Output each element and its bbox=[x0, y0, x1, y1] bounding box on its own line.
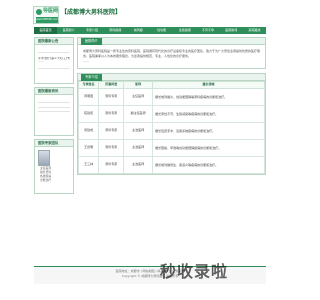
logo-url: www.HBYS8.com bbox=[36, 17, 58, 23]
doctor-name[interactable]: 周明国 bbox=[77, 88, 100, 106]
sidebar-doctors-box: 医院专家团队 主任医师 擅长男科 各类疾病 诊断治疗 bbox=[34, 139, 74, 194]
logo-mark-icon bbox=[36, 9, 42, 15]
logo-name: 导医网 bbox=[43, 8, 59, 14]
doctor-desc: 擅长包皮手术、泌尿系统疾病的诊断和治疗。 bbox=[152, 122, 265, 140]
nav-item-reproductive[interactable]: 生殖健康 bbox=[173, 27, 196, 34]
doctor-desc: 擅长前列腺增生、尿道炎等疾病的诊断和治疗。 bbox=[152, 156, 265, 174]
nav-item-about[interactable]: 医院简介 bbox=[57, 27, 80, 34]
doctor-title: 主治医师 bbox=[123, 122, 154, 140]
main-content: 医院简介 成都博大男科医院是一所专业性的男科医院，医院拥有现代化的诊疗设备和专业… bbox=[77, 37, 266, 179]
notice-more: ...... bbox=[38, 60, 44, 64]
nav-item-experts[interactable]: 专家介绍 bbox=[80, 27, 103, 34]
nav-item-route[interactable]: 来院路线 bbox=[243, 27, 266, 34]
col-header-title: 职称 bbox=[123, 81, 154, 89]
table-row: 张建成 男科专家 主治医师 擅长包皮手术、泌尿系统疾病的诊断和治疗。 bbox=[77, 122, 265, 140]
site-logo[interactable]: 导医网 www.HBYS8.com bbox=[33, 6, 59, 24]
doctor-title: 主任医师 bbox=[123, 88, 154, 106]
nav-item-infertility[interactable]: 不育不孕 bbox=[196, 27, 219, 34]
doctor-desc: 擅长男性不育、生殖感染等疾病的诊断和治疗。 bbox=[152, 105, 265, 123]
nav-item-news[interactable]: 医院新闻 bbox=[220, 27, 243, 34]
col-header-dept: 所属科室 bbox=[98, 81, 125, 89]
doctor-name[interactable]: 王德明 bbox=[77, 139, 100, 157]
intro-more[interactable]: ...... bbox=[83, 59, 260, 64]
divider bbox=[38, 67, 70, 69]
divider bbox=[38, 52, 70, 53]
doctor-title: 主治医师 bbox=[123, 139, 154, 157]
table-row: 陈建民 男科专家 副主任医师 擅长男性不育、生殖感染等疾病的诊断和治疗。 bbox=[77, 105, 265, 123]
intro-panel: 医院简介 成都博大男科医院是一所专业性的男科医院，医院拥有现代化的诊疗设备和专业… bbox=[77, 37, 266, 69]
table-row: 周明国 男科专家 主任医师 擅长前列腺炎、性功能障碍等男科疾病的诊断和治疗。 bbox=[77, 88, 265, 106]
doctor-dept: 男科专家 bbox=[98, 122, 125, 140]
sidebar-news-box: 医院最新资讯 bbox=[34, 87, 74, 136]
site-header: 导医网 www.HBYS8.com 【成都博大男科医院】 bbox=[0, 0, 300, 28]
table-row: 王三林 男科专家 主治医师 擅长前列腺增生、尿道炎等疾病的诊断和治疗。 bbox=[77, 156, 265, 174]
nav-item-sexual[interactable]: 性功能 bbox=[150, 27, 173, 34]
intro-text: 成都博大男科医院是一所专业性的男科医院，医院拥有现代化的诊疗设备和专业的医疗团队… bbox=[83, 49, 261, 58]
nav-item-home[interactable]: 医院首页 bbox=[34, 27, 58, 34]
divider bbox=[38, 111, 70, 112]
doctor-desc: 擅长前列腺炎、性功能障碍等男科疾病的诊断和治疗。 bbox=[152, 88, 265, 106]
doctor-name[interactable]: 陈建民 bbox=[77, 105, 100, 123]
doctor-dept: 男科专家 bbox=[98, 88, 125, 106]
doctor-photo[interactable] bbox=[38, 150, 50, 166]
divider bbox=[38, 106, 70, 108]
main-nav: 医院首页 医院简介 专家介绍 男科疾病 前列腺 性功能 生殖健康 不育不孕 医院… bbox=[34, 27, 266, 34]
nav-item-prostate[interactable]: 前列腺 bbox=[127, 27, 150, 34]
doctor-dept: 男科专家 bbox=[98, 139, 125, 157]
doctors-tab[interactable]: 专家介绍 bbox=[81, 74, 102, 81]
footer-copyright: Copyright © 成都博大男科医院 版权所有 bbox=[121, 274, 179, 278]
doctor-title: 主治医师 bbox=[123, 156, 154, 174]
sidebar-notice-title: 医院最新公告 bbox=[35, 38, 73, 45]
doctor-name[interactable]: 王三林 bbox=[77, 156, 100, 174]
col-header-name: 专家姓名 bbox=[77, 81, 100, 89]
site-footer: 医院地址：成都市 | 网站地图 | 联系我们 | 免责声明 Copyright … bbox=[34, 266, 266, 284]
doctor-dept: 男科专家 bbox=[98, 156, 125, 174]
sidebar: 医院最新公告 手术治疗(第1-3天)工作日程表 ...... 医院最新资讯 医院… bbox=[34, 37, 74, 197]
doctor-desc: 擅长阳痿、早泄等性功能障碍疾病的诊断和治疗。 bbox=[152, 139, 265, 157]
doctor-title: 副主任医师 bbox=[123, 105, 154, 123]
sidebar-news-title: 医院最新资讯 bbox=[35, 88, 73, 95]
sidebar-doctors-title: 医院专家团队 bbox=[35, 140, 73, 147]
site-title: 【成都博大男科医院】 bbox=[61, 9, 122, 16]
divider bbox=[38, 102, 70, 103]
intro-tab[interactable]: 医院简介 bbox=[81, 38, 102, 45]
doctor-name[interactable]: 张建成 bbox=[77, 122, 100, 140]
watermark: 秒收录啦 bbox=[160, 262, 229, 281]
doctor-info: 主任医师 擅长男科 各类疾病 诊断治疗 bbox=[40, 166, 62, 182]
table-row: 王德明 男科专家 主治医师 擅长阳痿、早泄等性功能障碍疾病的诊断和治疗。 bbox=[77, 139, 265, 157]
doctor-dept: 男科专家 bbox=[98, 105, 125, 123]
doctors-panel: 专家介绍 专家姓名 所属科室 职称 擅长领域 周明国 男科专家 主任医师 擅长前… bbox=[77, 73, 266, 175]
nav-item-diseases[interactable]: 男科疾病 bbox=[104, 27, 127, 34]
sidebar-notice-box: 医院最新公告 手术治疗(第1-3天)工作日程表 ...... bbox=[34, 37, 74, 84]
doctor-info-line: 诊断治疗 bbox=[40, 178, 52, 182]
doctors-table: 专家姓名 所属科室 职称 擅长领域 周明国 男科专家 主任医师 擅长前列腺炎、性… bbox=[77, 81, 265, 174]
col-header-desc: 擅长领域 bbox=[152, 81, 265, 89]
